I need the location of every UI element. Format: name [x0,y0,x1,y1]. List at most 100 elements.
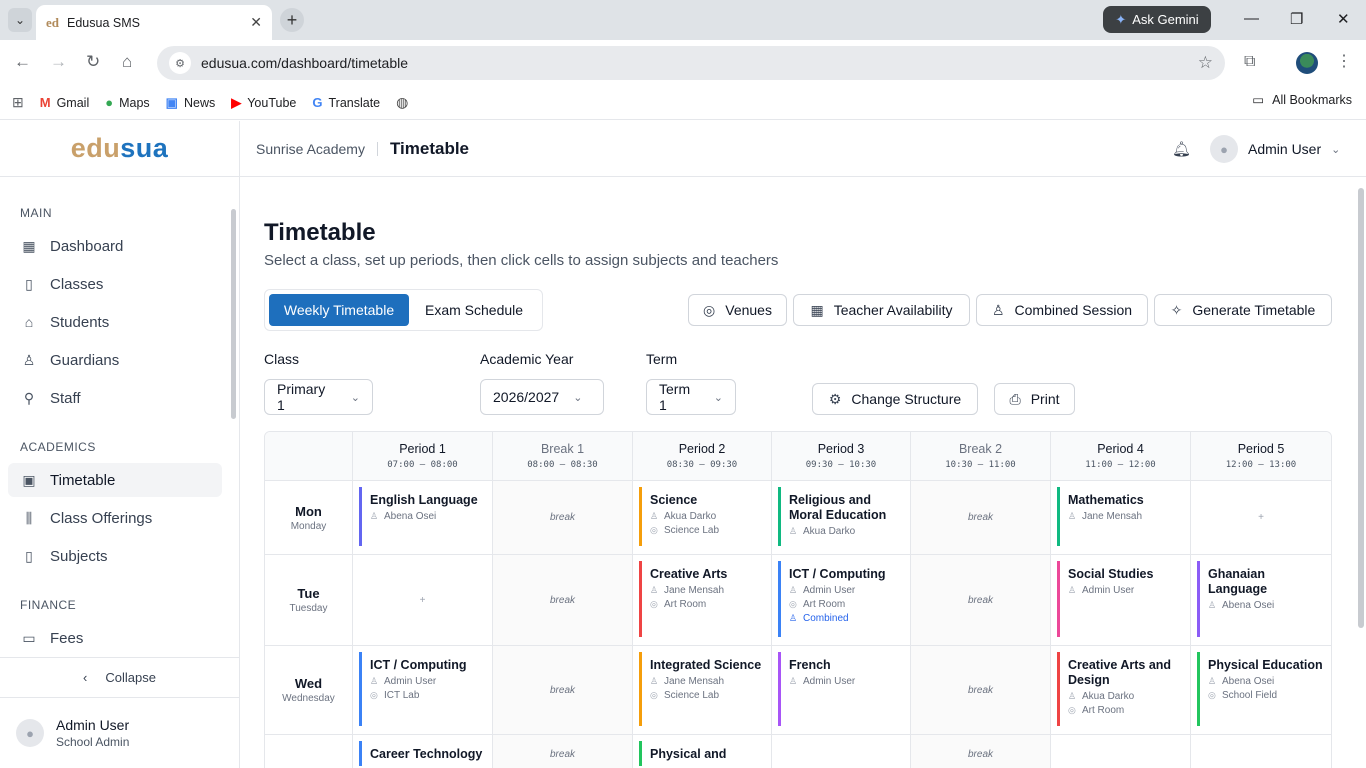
extensions-icon[interactable]: ⧉ [1244,53,1255,71]
sparkles-icon: ✧ [1170,301,1183,318]
folder-icon: ▭ [1252,93,1265,107]
restore-icon[interactable]: ❐ [1290,10,1303,28]
teacher-availability-button[interactable]: ▦ Teacher Availability [793,294,970,326]
lesson-cell[interactable]: Creative Arts and Design ♙ Akua Darko ◎ Art … [1051,646,1191,734]
empty-slot-cell[interactable]: + [1191,481,1331,554]
book-icon: ▯ [25,275,33,292]
lesson-cell[interactable]: Social Studies ♙ Admin User [1051,555,1191,645]
lesson-cell[interactable]: Ghanaian Language ♙ Abena Osei [1191,555,1331,645]
lesson-card[interactable]: Physical and [639,741,765,766]
sidebar-item-dashboard[interactable]: ▦ Dashboard [8,229,222,263]
lesson-cell[interactable]: Science ♙ Akua Darko ◎ Science Lab [633,481,772,554]
academic-year-select[interactable]: 2026/2027 ⌄ [480,379,604,415]
lesson-card[interactable]: Mathematics ♙ Jane Mensah [1057,487,1184,546]
sidebar-item-timetable[interactable]: ▣ Timetable [8,463,222,497]
room-line: ◎ Art Room [1068,705,1125,716]
lesson-card[interactable]: Integrated Science ♙ Jane Mensah ◎ Science L… [639,652,765,726]
timetable-grid: Period 1 07:00 – 08:00 Break 1 08:00 – 0… [264,431,1332,768]
profile-avatar[interactable] [1296,52,1318,74]
url-text[interactable]: edusua.com/dashboard/timetable [201,55,1198,71]
lesson-card[interactable]: Creative Arts and Design ♙ Akua Darko ◎ Art … [1057,652,1184,726]
print-button[interactable]: ⎙ Print [994,383,1075,415]
sidebar-item-students[interactable]: ⌂ Students [8,305,222,339]
lesson-cell[interactable]: ICT / Computing ♙ Admin User ◎ Art Room ♙ Comb… [772,555,911,645]
sidebar-item-subjects[interactable]: ▯ Subjects [8,539,222,573]
back-icon[interactable]: ← [14,52,31,72]
minimize-icon[interactable]: — [1244,10,1259,27]
sidebar-item-guardians[interactable]: ♙ Guardians [8,343,222,377]
lesson-cell[interactable]: Physical and [633,735,772,768]
empty-slot-cell[interactable]: + [353,555,493,645]
generate-timetable-button[interactable]: ✧ Generate Timetable [1154,294,1332,326]
ask-gemini-button[interactable]: ✦ Ask Gemini [1103,6,1211,33]
user-role: School Admin [56,735,130,749]
sidebar-item-staff[interactable]: ⚲ Staff [8,381,222,415]
class-select[interactable]: Primary 1 ⌄ [264,379,373,415]
all-bookmarks[interactable]: ▭ All Bookmarks [1252,92,1352,108]
bookmark-translate[interactable]: G Translate [312,95,380,110]
lesson-cell[interactable]: Career Technology [353,735,493,768]
omnibox[interactable]: ⚙ edusua.com/dashboard/timetable ☆ [157,46,1225,80]
empty-slot-cell[interactable] [1191,735,1331,768]
room-line: ◎ Art Room [789,599,846,610]
bookmark-youtube[interactable]: ▶ YouTube [231,95,296,111]
lesson-card[interactable]: Religious and Moral Education ♙ Akua Darko [778,487,904,546]
forward-icon[interactable]: → [50,52,67,72]
edusua-logo[interactable]: edu sua [0,121,239,177]
sidebar-scrollbar[interactable] [231,209,236,419]
window-close-icon[interactable]: ✕ [1337,10,1350,28]
breadcrumb-school[interactable]: Sunrise Academy [256,141,365,157]
apps-icon[interactable]: ⊞ [12,94,24,111]
lesson-cell[interactable]: Mathematics ♙ Jane Mensah [1051,481,1191,554]
lesson-card[interactable]: Creative Arts ♙ Jane Mensah ◎ Art Room [639,561,765,637]
lesson-card[interactable]: ICT / Computing ♙ Admin User ◎ ICT Lab [359,652,486,726]
lesson-card[interactable]: Science ♙ Akua Darko ◎ Science Lab [639,487,765,546]
lesson-card[interactable]: Social Studies ♙ Admin User [1057,561,1184,637]
lesson-cell[interactable]: Physical Education ♙ Abena Osei ◎ School Fie… [1191,646,1331,734]
bookmark-news[interactable]: ▣ News [166,95,216,111]
lesson-cell[interactable]: English Language ♙ Abena Osei [353,481,493,554]
change-structure-button[interactable]: ⚙ Change Structure [812,383,978,415]
collapse-button[interactable]: ‹ Collapse [0,657,239,697]
term-select[interactable]: Term 1 ⌄ [646,379,736,415]
bookmark-maps[interactable]: ● Maps [105,95,149,110]
browser-tab[interactable]: ed Edusua SMS ✕ [36,5,272,40]
empty-slot-cell[interactable] [1051,735,1191,768]
subject-name: Physical and [650,747,727,761]
combined-session-button[interactable]: ♙ Combined Session [976,294,1148,326]
globe-icon[interactable]: ◍ [396,94,408,111]
reload-icon[interactable]: ↻ [86,52,100,72]
empty-slot-cell[interactable] [772,735,911,768]
new-tab-icon[interactable]: + [280,8,304,32]
bookmark-gmail[interactable]: M Gmail [40,95,90,110]
bell-icon[interactable]: 🔔︎ [1172,140,1191,158]
lesson-card[interactable]: Ghanaian Language ♙ Abena Osei [1197,561,1325,637]
tab-weekly-timetable[interactable]: Weekly Timetable [269,294,409,326]
lesson-cell[interactable]: ICT / Computing ♙ Admin User ◎ ICT Lab [353,646,493,734]
tab-exam-schedule[interactable]: Exam Schedule [413,294,535,326]
bookmark-star-icon[interactable]: ☆ [1198,53,1213,73]
sidebar-user[interactable]: ● Admin User School Admin [0,697,239,768]
sidebar-item-classes[interactable]: ▯ Classes [8,267,222,301]
user-menu[interactable]: ● Admin User ⌄ [1210,135,1340,163]
lesson-card[interactable]: French ♙ Admin User [778,652,904,726]
lesson-card[interactable]: ICT / Computing ♙ Admin User ◎ Art Room ♙ Comb… [778,561,904,637]
sidebar-item-class-offerings[interactable]: ⫼ Class Offerings [8,501,222,535]
sidebar-item-fees[interactable]: ▭ Fees [8,621,222,655]
site-info-icon[interactable]: ⚙ [169,52,191,74]
lesson-cell[interactable]: Religious and Moral Education ♙ Akua Darko [772,481,911,554]
lesson-cell[interactable]: Creative Arts ♙ Jane Mensah ◎ Art Room [633,555,772,645]
close-icon[interactable]: ✕ [250,14,262,31]
lesson-card[interactable]: Career Technology [359,741,486,766]
teacher-line: ♙ Jane Mensah [650,676,725,687]
home-icon[interactable]: ⌂ [122,52,132,72]
tab-search-icon[interactable]: ⌄ [8,8,32,32]
lesson-cell[interactable]: Integrated Science ♙ Jane Mensah ◎ Science L… [633,646,772,734]
lesson-card[interactable]: Physical Education ♙ Abena Osei ◎ School Fie… [1197,652,1325,726]
venues-button[interactable]: ◎ Venues [688,294,787,326]
user-icon: ♙ [1208,676,1217,686]
lesson-card[interactable]: English Language ♙ Abena Osei [359,487,486,546]
lesson-cell[interactable]: French ♙ Admin User [772,646,911,734]
page-scrollbar[interactable] [1358,188,1364,628]
menu-kebab-icon[interactable]: ⋮ [1336,51,1352,71]
